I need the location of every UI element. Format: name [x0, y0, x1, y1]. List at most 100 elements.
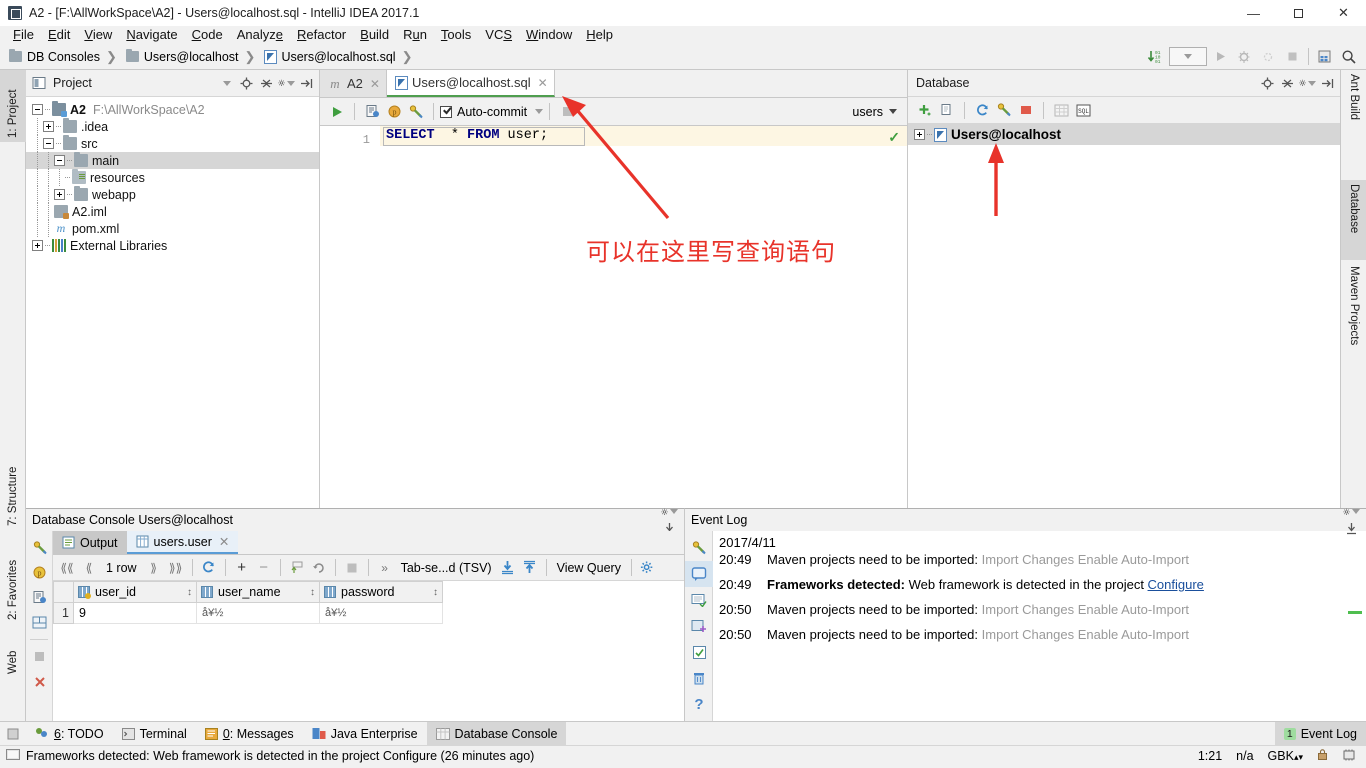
cell-password[interactable]: å¥½	[319, 602, 443, 624]
reload-icon[interactable]	[199, 558, 219, 578]
duplicate-icon[interactable]	[936, 99, 958, 121]
breadcrumb-sql-file[interactable]: Users@localhost.sql ❯	[261, 48, 418, 66]
tree-item-a2[interactable]: A2 F:\AllWorkSpace\A2	[26, 101, 319, 118]
attach-console-icon[interactable]	[361, 101, 383, 123]
gear-icon[interactable]	[278, 75, 295, 92]
previous-page-icon[interactable]: ⟪	[79, 558, 99, 578]
stop-query-button[interactable]	[556, 101, 578, 123]
event-log-entries[interactable]: 2017/4/11 20:49 Maven projects need to b…	[713, 531, 1366, 722]
notifications-icon[interactable]	[685, 561, 713, 587]
menu-tools[interactable]: Tools	[434, 26, 478, 44]
lock-icon[interactable]	[1317, 748, 1328, 764]
next-page-icon[interactable]: ⟫	[144, 558, 164, 578]
collapse-all-icon[interactable]	[1279, 75, 1296, 92]
tree-item-webapp[interactable]: webapp	[26, 186, 319, 203]
layout-icon[interactable]	[26, 610, 53, 635]
collapse-all-icon[interactable]	[258, 75, 275, 92]
column-header-user-name[interactable]: user_name ↕	[196, 581, 320, 603]
schema-selector[interactable]: users	[852, 105, 901, 119]
caret-position[interactable]: 1:21	[1198, 749, 1222, 763]
tool-button-favorites[interactable]: 2: Favorites	[0, 532, 26, 624]
sort-icon[interactable]: ↕	[310, 587, 315, 598]
data-source-properties-icon[interactable]	[26, 535, 53, 560]
chevron-down-icon[interactable]	[535, 109, 544, 114]
bottom-button-terminal[interactable]: Terminal	[113, 722, 196, 746]
data-source-properties-icon[interactable]	[405, 101, 427, 123]
console-settings-icon[interactable]: p	[383, 101, 405, 123]
bottom-button-messages[interactable]: 0: Messages	[196, 722, 303, 746]
sort-icon[interactable]: ↕	[187, 587, 192, 598]
tree-item-a2-iml[interactable]: A2.iml	[26, 203, 319, 220]
menu-refactor[interactable]: Refactor	[290, 26, 353, 44]
expander-plus-icon[interactable]	[54, 189, 65, 200]
event-actions[interactable]: Import Changes Enable Auto-Import	[982, 602, 1189, 617]
expander-minus-icon[interactable]	[54, 155, 65, 166]
hide-panel-icon[interactable]	[1319, 75, 1336, 92]
expander-plus-icon[interactable]	[43, 121, 54, 132]
event-actions[interactable]: Import Changes Enable Auto-Import	[982, 552, 1189, 567]
menu-analyze[interactable]: Analyze	[230, 26, 290, 44]
tool-button-web[interactable]: Web	[0, 626, 26, 678]
sql-console-icon[interactable]: SQL	[1072, 99, 1094, 121]
bottom-button-event-log[interactable]: 1 Event Log	[1274, 721, 1366, 746]
encoding-selector[interactable]: GBK▴▾	[1268, 749, 1303, 763]
close-button[interactable]: ✕	[1321, 0, 1366, 26]
table-editor-icon[interactable]	[1050, 99, 1072, 121]
output-format-label[interactable]: Tab-se...d (TSV)	[397, 561, 496, 575]
console-tab-output[interactable]: Output	[53, 531, 127, 554]
sort-icon[interactable]: ↕	[433, 587, 438, 598]
add-row-icon[interactable]: +	[232, 558, 252, 578]
breadcrumb-db-consoles[interactable]: DB Consoles ❯	[6, 48, 123, 66]
add-notification-icon[interactable]	[685, 613, 713, 639]
menu-code[interactable]: Code	[185, 26, 230, 44]
tool-button-maven-projects[interactable]: Maven Projects	[1341, 262, 1366, 372]
expander-minus-icon[interactable]	[43, 138, 54, 149]
menu-vcs[interactable]: VCS	[478, 26, 519, 44]
bottom-button-database-console[interactable]: Database Console	[426, 721, 567, 746]
tool-button-project[interactable]: 1: Project	[0, 70, 26, 142]
memory-indicator-icon[interactable]	[1342, 748, 1356, 765]
column-header-password[interactable]: password ↕	[319, 581, 443, 603]
expander-minus-icon[interactable]	[32, 104, 43, 115]
database-node-users-localhost[interactable]: Users@localhost	[908, 124, 1340, 145]
bottom-button-todo[interactable]: 6: TODO	[26, 722, 113, 746]
code-line-1[interactable]: SELECT * FROM user;	[380, 126, 907, 146]
first-page-icon[interactable]: ⟪⟪	[57, 558, 77, 578]
chevron-down-icon[interactable]	[218, 75, 235, 92]
table-row[interactable]: 1 9 å¥½ å¥½	[53, 602, 443, 624]
export-to-file-icon[interactable]	[498, 558, 518, 578]
tree-item-resources[interactable]: resources	[26, 169, 319, 186]
debug-coverage-button[interactable]	[1257, 46, 1279, 68]
disconnect-icon[interactable]	[1015, 99, 1037, 121]
gear-icon[interactable]	[661, 503, 678, 520]
search-icon[interactable]	[1338, 46, 1360, 68]
menu-file[interactable]: File	[6, 26, 41, 44]
mark-all-read-icon[interactable]	[685, 587, 713, 613]
data-source-properties-icon[interactable]	[685, 535, 713, 561]
result-grid-container[interactable]: user_id ↕ user_name ↕ password ↕ 1 9 å¥½…	[53, 581, 684, 722]
maximize-button[interactable]	[1276, 0, 1321, 26]
minimize-button[interactable]: —	[1231, 0, 1276, 26]
tree-item-src[interactable]: src	[26, 135, 319, 152]
revert-icon[interactable]	[309, 558, 329, 578]
data-source-properties-icon[interactable]	[993, 99, 1015, 121]
stop-icon[interactable]	[342, 558, 362, 578]
menu-help[interactable]: Help	[579, 26, 620, 44]
result-grid[interactable]: user_id ↕ user_name ↕ password ↕ 1 9 å¥½…	[53, 581, 443, 624]
code-lines[interactable]: SELECT * FROM user; ✓	[380, 126, 907, 507]
view-query-button[interactable]: View Query	[553, 561, 625, 575]
remove-row-icon[interactable]: −	[254, 558, 274, 578]
import-from-file-icon[interactable]	[520, 558, 540, 578]
configure-link[interactable]: Configure	[1148, 577, 1204, 592]
settings-check-icon[interactable]	[685, 639, 713, 665]
hide-panel-icon[interactable]	[298, 75, 315, 92]
bottom-button-java-enterprise[interactable]: Java Enterprise	[303, 722, 427, 746]
close-icon[interactable]: ✕	[370, 77, 380, 91]
tree-item-main[interactable]: main	[26, 152, 319, 169]
tool-button-ant-build[interactable]: Ant Build	[1341, 70, 1366, 148]
run-button[interactable]	[1209, 46, 1231, 68]
tree-item-idea[interactable]: .idea	[26, 118, 319, 135]
gear-icon[interactable]	[1299, 75, 1316, 92]
cell-user-name[interactable]: å¥½	[196, 602, 320, 624]
delete-icon[interactable]	[685, 665, 713, 691]
